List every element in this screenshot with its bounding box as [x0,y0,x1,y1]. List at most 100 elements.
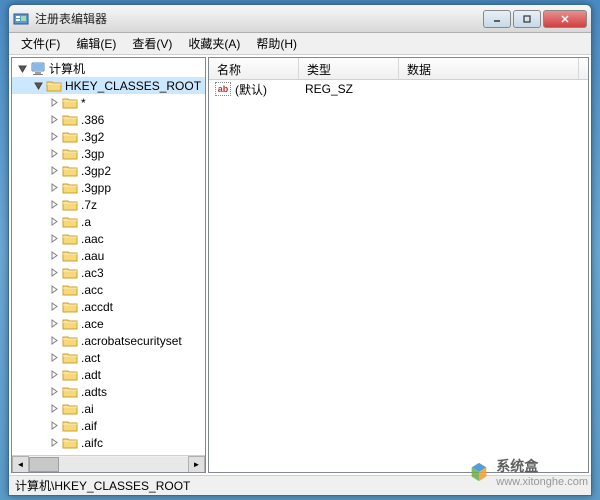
folder-icon [62,164,78,178]
folder-icon [62,130,78,144]
maximize-button[interactable] [513,10,541,28]
folder-icon [62,181,78,195]
tree-item[interactable]: .adt [12,366,205,383]
scroll-left-button[interactable]: ◄ [12,456,29,473]
list-row[interactable]: ab(默认)REG_SZ [209,80,588,98]
tree-node-label: .adt [81,368,101,382]
tree-item[interactable]: .act [12,349,205,366]
list-body[interactable]: ab(默认)REG_SZ [209,80,588,472]
minimize-button[interactable] [483,10,511,28]
scroll-thumb[interactable] [29,457,59,472]
tree-node-label: .aau [81,249,104,263]
expander-icon[interactable] [48,335,60,347]
value-name: (默认) [235,81,267,98]
expander-icon[interactable] [48,148,60,160]
tree-item[interactable]: .ace [12,315,205,332]
expander-icon[interactable] [48,216,60,228]
tree-item[interactable]: .ac3 [12,264,205,281]
scroll-right-button[interactable]: ► [188,456,205,473]
close-button[interactable] [543,10,587,28]
expander-icon[interactable] [48,318,60,330]
expander-icon[interactable] [48,114,60,126]
expander-icon[interactable] [48,97,60,109]
tree-node-label: .acrobatsecurityset [81,334,182,348]
tree-item[interactable]: .aifc [12,434,205,451]
expander-icon[interactable] [16,63,28,75]
folder-icon [62,351,78,365]
tree-item[interactable]: .ai [12,400,205,417]
tree-node-label: .acc [81,283,103,297]
expander-icon[interactable] [48,165,60,177]
menu-edit[interactable]: 编辑(E) [68,33,124,54]
expander-icon[interactable] [48,301,60,313]
tree-item[interactable]: .aau [12,247,205,264]
tree-root-computer[interactable]: 计算机 [12,60,205,77]
expander-icon[interactable] [48,250,60,262]
col-type[interactable]: 类型 [299,58,399,79]
tree-node-label: .a [81,215,91,229]
tree-item[interactable]: .accdt [12,298,205,315]
tree-node-label: .aif [81,419,97,433]
tree-item[interactable]: .aif [12,417,205,434]
folder-icon [62,249,78,263]
tree-item[interactable]: .a [12,213,205,230]
tree-node-label: * [81,96,86,110]
list-header: 名称 类型 数据 [209,58,588,80]
tree-panel: 计算机 HKEY_CLASSES_ROOT * .386 .3g2.3gp.3gp2.3… [11,57,206,473]
tree-hkey-classes-root[interactable]: HKEY_CLASSES_ROOT [12,77,205,94]
tree-item[interactable]: .3gp2 [12,162,205,179]
menu-view[interactable]: 查看(V) [124,33,180,54]
folder-icon [46,79,62,93]
tree-node-label: .accdt [81,300,113,314]
tree-node-label: .7z [81,198,97,212]
value-type: REG_SZ [299,82,399,96]
col-data[interactable]: 数据 [399,58,579,79]
expander-icon[interactable] [48,267,60,279]
expander-icon[interactable] [48,284,60,296]
expander-icon[interactable] [48,369,60,381]
tree-node-label: .386 [81,113,104,127]
tree-item[interactable]: .386 [12,111,205,128]
expander-icon[interactable] [32,80,44,92]
tree-item[interactable]: .3g2 [12,128,205,145]
titlebar[interactable]: 注册表编辑器 [9,5,591,33]
list-panel: 名称 类型 数据 ab(默认)REG_SZ [208,57,589,473]
tree-item[interactable]: .aac [12,230,205,247]
computer-icon [30,62,46,76]
menu-help[interactable]: 帮助(H) [248,33,305,54]
tree-node-label: .3g2 [81,130,104,144]
expander-icon[interactable] [48,233,60,245]
folder-icon [62,402,78,416]
expander-icon[interactable] [48,352,60,364]
tree-hscrollbar[interactable]: ◄ ► [12,455,205,472]
tree-item[interactable]: * [12,94,205,111]
expander-icon[interactable] [48,420,60,432]
tree-node-label: 计算机 [49,60,85,77]
tree-item[interactable]: .acrobatsecurityset [12,332,205,349]
expander-icon[interactable] [48,386,60,398]
tree-node-label: .adts [81,385,107,399]
tree-item[interactable]: .adts [12,383,205,400]
folder-icon [62,232,78,246]
tree-node-label: .ace [81,317,104,331]
col-name[interactable]: 名称 [209,58,299,79]
content-area: 计算机 HKEY_CLASSES_ROOT * .386 .3g2.3gp.3gp2.3… [9,55,591,475]
expander-icon[interactable] [48,403,60,415]
folder-icon [62,385,78,399]
tree-node-label: .ai [81,402,94,416]
expander-icon[interactable] [48,182,60,194]
menu-favorites[interactable]: 收藏夹(A) [180,33,248,54]
folder-icon [62,368,78,382]
expander-icon[interactable] [48,131,60,143]
expander-icon[interactable] [48,199,60,211]
folder-icon [62,113,78,127]
tree-item[interactable]: .7z [12,196,205,213]
tree-item[interactable]: .3gp [12,145,205,162]
folder-icon [62,147,78,161]
tree-item[interactable]: .3gpp [12,179,205,196]
tree-node-label: HKEY_CLASSES_ROOT [65,79,201,93]
tree-item[interactable]: .acc [12,281,205,298]
tree-node-label: .ac3 [81,266,104,280]
menu-file[interactable]: 文件(F) [13,33,68,54]
expander-icon[interactable] [48,437,60,449]
